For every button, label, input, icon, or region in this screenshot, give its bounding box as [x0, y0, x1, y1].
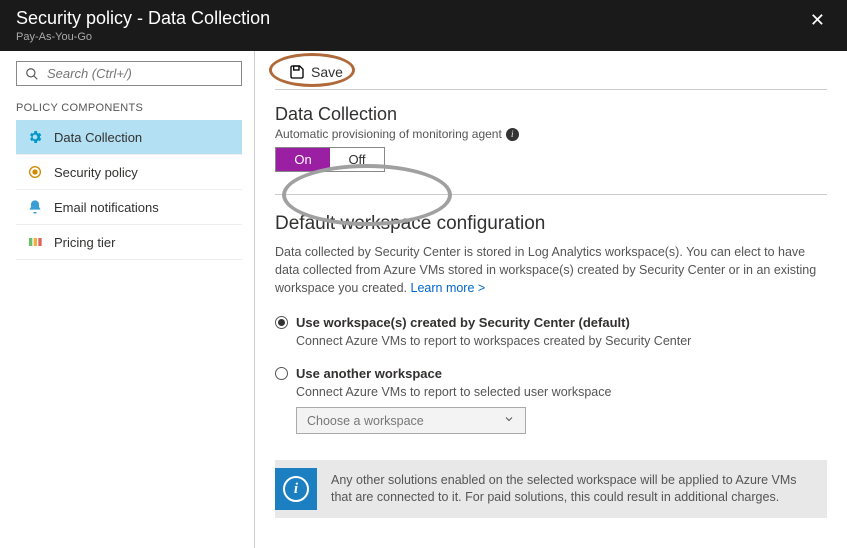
info-banner: i Any other solutions enabled on the sel…: [275, 460, 827, 518]
radio-icon: [275, 316, 288, 329]
sidebar: POLICY COMPONENTS Data Collection Securi…: [0, 51, 255, 548]
toolbar: Save: [275, 61, 827, 90]
section-title-data-collection: Data Collection: [275, 104, 827, 125]
sidebar-item-security-policy[interactable]: Security policy: [16, 155, 242, 190]
sidebar-section-label: POLICY COMPONENTS: [16, 102, 242, 114]
search-field[interactable]: [47, 66, 233, 81]
shield-icon: [26, 163, 44, 181]
search-input[interactable]: [16, 61, 242, 86]
sidebar-item-label: Pricing tier: [54, 235, 115, 250]
sidebar-item-label: Data Collection: [54, 130, 142, 145]
divider: [275, 194, 827, 195]
save-button[interactable]: Save: [275, 61, 357, 83]
radio-label: Use workspace(s) created by Security Cen…: [296, 315, 630, 330]
section-desc-data-collection: Automatic provisioning of monitoring age…: [275, 127, 827, 141]
save-label: Save: [311, 64, 343, 80]
radio-sub: Connect Azure VMs to report to workspace…: [296, 334, 827, 348]
sidebar-item-label: Email notifications: [54, 200, 159, 215]
toggle-on[interactable]: On: [276, 148, 330, 171]
provisioning-toggle[interactable]: On Off: [275, 147, 385, 172]
radio-another-workspace[interactable]: Use another workspace: [275, 366, 827, 381]
learn-more-link[interactable]: Learn more >: [411, 281, 486, 295]
radio-default-workspace[interactable]: Use workspace(s) created by Security Cen…: [275, 315, 827, 330]
sidebar-item-pricing-tier[interactable]: Pricing tier: [16, 225, 242, 260]
sidebar-item-label: Security policy: [54, 165, 138, 180]
sidebar-item-email-notifications[interactable]: Email notifications: [16, 190, 242, 225]
close-icon[interactable]: ✕: [804, 8, 831, 33]
page-subtitle: Pay-As-You-Go: [16, 31, 270, 43]
radio-icon: [275, 367, 288, 380]
info-icon[interactable]: i: [506, 128, 519, 141]
search-icon: [25, 67, 39, 81]
workspace-dropdown[interactable]: Choose a workspace: [296, 407, 526, 434]
bell-icon: [26, 198, 44, 216]
page-title: Security policy - Data Collection: [16, 8, 270, 29]
info-banner-text: Any other solutions enabled on the selec…: [331, 472, 813, 507]
info-banner-icon: i: [275, 468, 317, 510]
save-icon: [289, 64, 305, 80]
toggle-off[interactable]: Off: [330, 148, 384, 171]
dropdown-placeholder: Choose a workspace: [307, 414, 424, 428]
pricing-icon: [26, 233, 44, 251]
section-desc-workspace: Data collected by Security Center is sto…: [275, 243, 827, 297]
sidebar-item-data-collection[interactable]: Data Collection: [16, 120, 242, 155]
chevron-down-icon: [503, 413, 515, 428]
radio-sub: Connect Azure VMs to report to selected …: [296, 385, 827, 399]
header-bar: Security policy - Data Collection Pay-As…: [0, 0, 847, 51]
main-panel: Save Data Collection Automatic provision…: [255, 51, 847, 548]
section-title-workspace: Default workspace configuration: [275, 213, 827, 235]
gear-icon: [26, 128, 44, 146]
radio-label: Use another workspace: [296, 366, 442, 381]
